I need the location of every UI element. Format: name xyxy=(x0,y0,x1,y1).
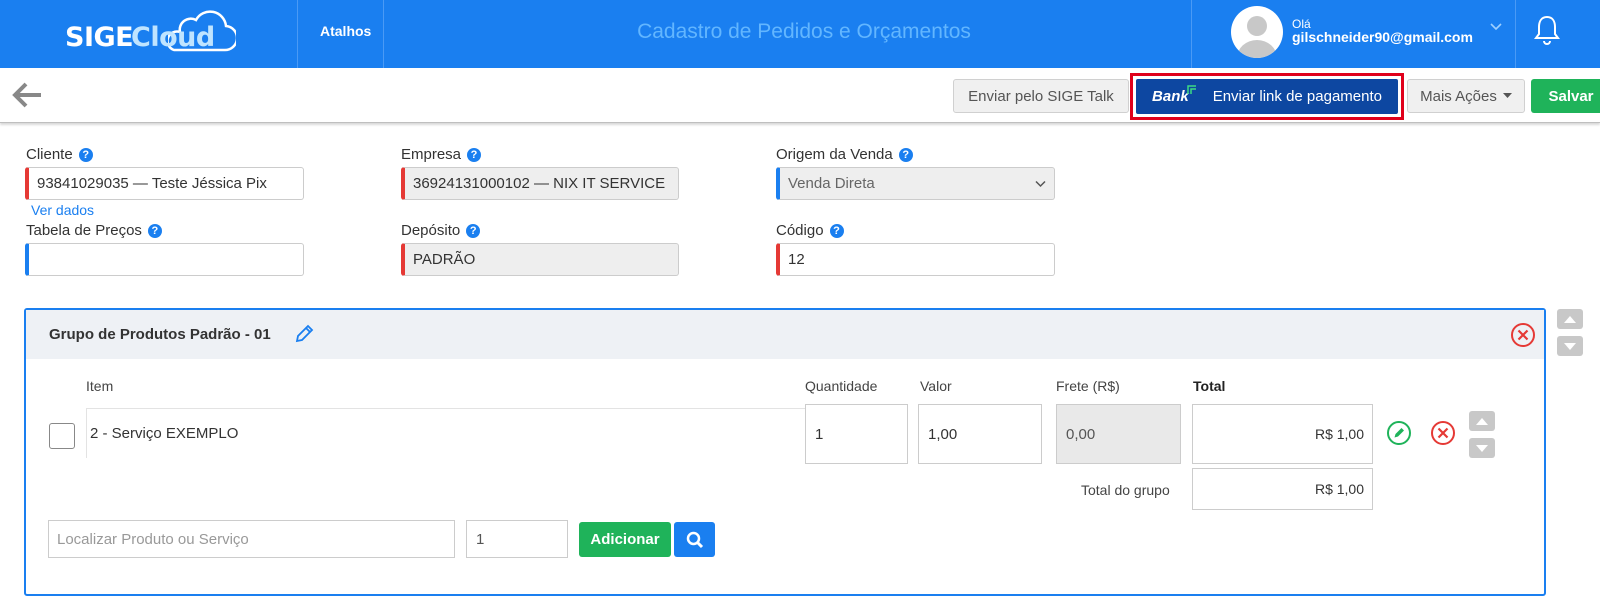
cliente-label-text: Cliente xyxy=(26,146,73,163)
group-header: Grupo de Produtos Padrão - 01 xyxy=(26,310,1544,359)
user-email: gilschneider90@gmail.com xyxy=(1292,29,1473,45)
move-group-up-button[interactable] xyxy=(1557,309,1583,329)
action-toolbar: Enviar pelo SIGE Talk Bank Enviar link d… xyxy=(0,68,1600,123)
origem-venda-select[interactable]: Venda Direta xyxy=(776,167,1055,200)
empresa-label: Empresa ? xyxy=(401,146,482,163)
chevron-down-icon[interactable] xyxy=(1490,22,1502,32)
ver-dados-link[interactable]: Ver dados xyxy=(31,202,94,218)
group-title: Grupo de Produtos Padrão - 01 xyxy=(49,326,271,343)
send-sige-talk-button[interactable]: Enviar pelo SIGE Talk xyxy=(953,79,1129,113)
arrow-up-icon xyxy=(1564,315,1576,323)
help-icon[interactable]: ? xyxy=(466,223,481,238)
codigo-label: Código ? xyxy=(776,222,844,239)
user-avatar-icon xyxy=(1237,16,1277,58)
send-payment-link-button[interactable]: Bank Enviar link de pagamento xyxy=(1136,79,1398,114)
total-grupo-label: Total do grupo xyxy=(1081,482,1170,498)
save-button[interactable]: Salvar xyxy=(1531,79,1600,113)
column-header-quantidade: Quantidade xyxy=(805,378,878,394)
total-grupo-value: R$ 1,00 xyxy=(1192,468,1373,510)
header-divider xyxy=(1515,0,1516,68)
total-value: R$ 1,00 xyxy=(1192,404,1373,464)
product-group-panel: Grupo de Produtos Padrão - 01 Item Quant… xyxy=(24,308,1546,596)
origem-venda-label-text: Origem da Venda xyxy=(776,146,893,163)
header-divider xyxy=(297,0,298,68)
empresa-field[interactable]: 36924131000102 — NIX IT SERVICE xyxy=(401,167,679,200)
user-menu[interactable]: Olá gilschneider90@gmail.com xyxy=(1215,0,1530,68)
frete-input[interactable]: 0,00 xyxy=(1056,404,1181,464)
deposito-label: Depósito ? xyxy=(401,222,481,239)
bank-logo-text: Bank xyxy=(1152,88,1189,105)
codigo-field[interactable]: 12 xyxy=(776,243,1055,276)
move-item-up-button[interactable] xyxy=(1469,411,1495,431)
help-icon[interactable]: ? xyxy=(898,147,913,162)
avatar xyxy=(1231,6,1283,58)
page-title: Cadastro de Pedidos e Orçamentos xyxy=(637,20,971,43)
help-icon[interactable]: ? xyxy=(147,223,162,238)
tabela-precos-label: Tabela de Preços ? xyxy=(26,222,162,239)
help-icon[interactable]: ? xyxy=(467,147,482,162)
column-header-valor: Valor xyxy=(920,378,952,394)
chevron-down-icon xyxy=(1035,180,1046,188)
caret-down-icon xyxy=(1502,93,1512,98)
valor-input[interactable]: 1,00 xyxy=(918,404,1042,464)
tabela-precos-field[interactable] xyxy=(25,243,304,276)
column-header-frete: Frete (R$) xyxy=(1056,378,1120,394)
header-divider xyxy=(1191,0,1192,68)
add-quantity-input[interactable]: 1 xyxy=(466,520,568,558)
move-group-down-button[interactable] xyxy=(1557,336,1583,356)
column-header-item: Item xyxy=(86,378,114,394)
arrow-up-icon xyxy=(1476,417,1488,425)
remove-item-icon[interactable] xyxy=(1430,420,1456,446)
item-checkbox[interactable] xyxy=(49,423,75,449)
codigo-label-text: Código xyxy=(776,222,824,239)
bank-logo-icon xyxy=(1186,84,1196,94)
logo-cloud-text: Cloud xyxy=(131,22,215,53)
help-icon[interactable]: ? xyxy=(78,147,93,162)
move-item-down-button[interactable] xyxy=(1469,438,1495,458)
shortcuts-menu[interactable]: Atalhos xyxy=(320,23,371,39)
arrow-down-icon xyxy=(1564,342,1576,350)
arrow-down-icon xyxy=(1476,444,1488,452)
empresa-label-text: Empresa xyxy=(401,146,462,163)
item-description: 2 - Serviço EXEMPLO xyxy=(86,408,819,458)
bell-icon[interactable] xyxy=(1533,14,1561,46)
edit-item-icon[interactable] xyxy=(1386,420,1412,446)
origem-venda-label: Origem da Venda ? xyxy=(776,146,913,163)
more-actions-label: Mais Ações xyxy=(1420,87,1497,105)
search-button[interactable] xyxy=(674,522,715,557)
top-header: SIGE Cloud Atalhos Cadastro de Pedidos e… xyxy=(0,0,1600,68)
close-circle-icon[interactable] xyxy=(1510,322,1536,348)
cliente-field[interactable]: 93841029035 — Teste Jéssica Pix xyxy=(25,167,304,200)
search-icon xyxy=(686,531,703,548)
sige-cloud-logo[interactable]: SIGE Cloud xyxy=(0,0,297,68)
help-icon[interactable]: ? xyxy=(829,223,844,238)
origem-venda-value: Venda Direta xyxy=(788,175,875,192)
back-arrow-icon[interactable] xyxy=(10,80,44,110)
deposito-label-text: Depósito xyxy=(401,222,461,239)
tabela-precos-label-text: Tabela de Preços xyxy=(26,222,142,239)
cliente-label: Cliente ? xyxy=(26,146,93,163)
quantidade-input[interactable]: 1 xyxy=(805,404,908,464)
payment-link-label: Enviar link de pagamento xyxy=(1212,88,1382,105)
product-search-input[interactable]: Localizar Produto ou Serviço xyxy=(48,520,455,558)
add-button[interactable]: Adicionar xyxy=(579,522,671,557)
deposito-field[interactable]: PADRÃO xyxy=(401,243,679,276)
more-actions-button[interactable]: Mais Ações xyxy=(1407,79,1525,113)
pencil-icon[interactable] xyxy=(294,324,314,344)
column-header-total: Total xyxy=(1193,378,1226,394)
logo-sige-text: SIGE xyxy=(65,22,134,53)
